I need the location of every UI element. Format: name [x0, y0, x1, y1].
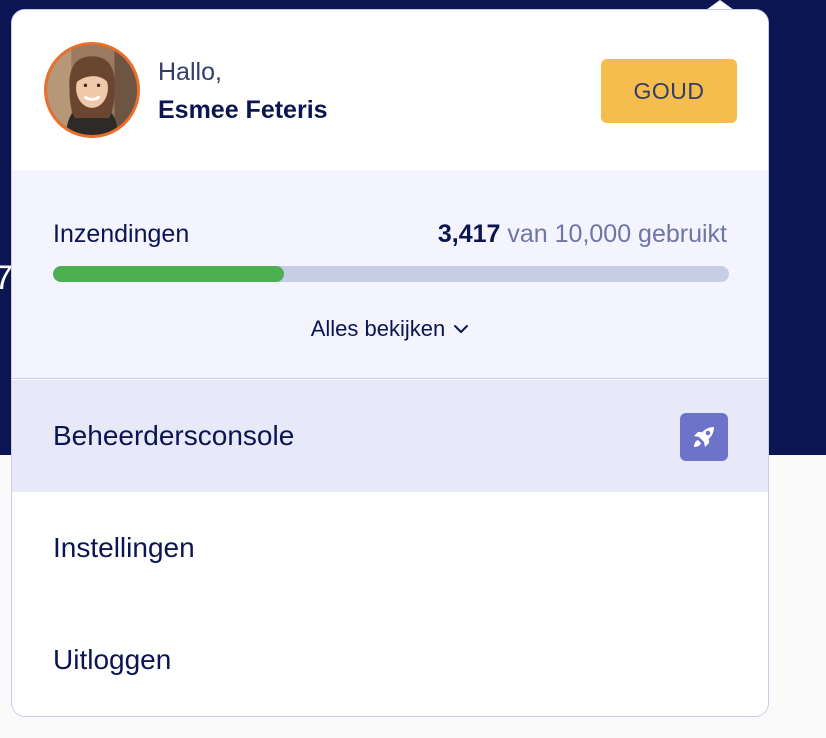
menu-item-label: Uitloggen	[53, 644, 172, 675]
usage-label: Inzendingen	[53, 220, 190, 248]
submissions-usage: Inzendingen 3,417 van 10,000 gebruikt Al…	[12, 170, 768, 379]
account-header: Hallo, Esmee Feteris GOUD	[12, 10, 768, 170]
rocket-icon	[680, 413, 728, 461]
chevron-down-icon	[454, 325, 469, 333]
usage-count: 3,417 van 10,000 gebruikt	[438, 220, 727, 249]
plan-badge[interactable]: GOUD	[601, 59, 737, 123]
menu-item-label: Beheerdersconsole	[53, 420, 295, 451]
view-all-label: Alles bekijken	[310, 316, 446, 341]
avatar-photo	[47, 45, 137, 135]
usage-used-value: 3,417	[437, 220, 501, 248]
usage-progress-bar	[53, 266, 729, 282]
menu-item-label: Instellingen	[53, 532, 195, 563]
menu-item-logout[interactable]: Uitloggen	[12, 604, 768, 716]
avatar	[44, 42, 140, 138]
greeting-text: Hallo,	[158, 58, 222, 86]
menu-item-admin-console[interactable]: Beheerdersconsole	[12, 380, 768, 492]
menu-item-settings[interactable]: Instellingen	[12, 492, 768, 604]
usage-total-text: van 10,000 gebruikt	[507, 220, 727, 248]
user-name: Esmee Feteris	[158, 96, 328, 124]
usage-progress-fill	[53, 266, 284, 282]
account-dropdown: Hallo, Esmee Feteris GOUD Inzendingen 3,…	[11, 9, 769, 717]
view-all-button[interactable]: Alles bekijken	[12, 316, 768, 342]
